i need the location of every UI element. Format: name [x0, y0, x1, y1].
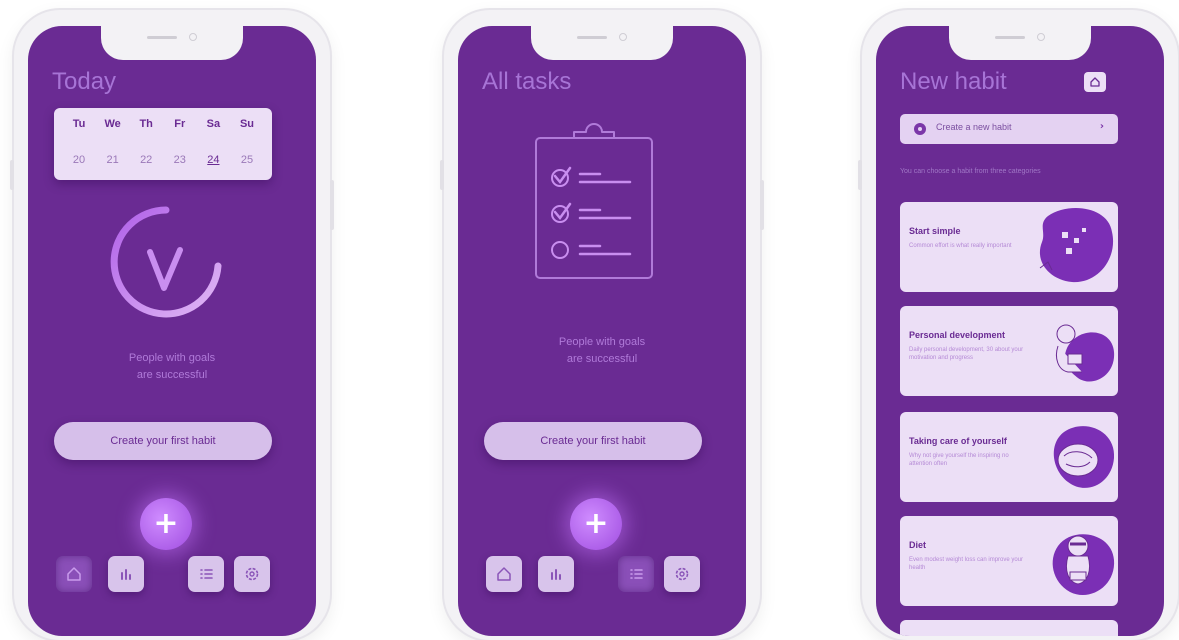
weekday-label: Tu: [72, 118, 86, 130]
page-title: All tasks: [482, 68, 572, 95]
side-button: [858, 160, 862, 190]
tagline-line: are successful: [136, 369, 208, 381]
habit-card-diet[interactable]: Diet Even modest weight loss can improve…: [900, 516, 1118, 606]
side-button: [10, 160, 14, 190]
add-button[interactable]: +: [140, 498, 192, 550]
date-cell[interactable]: 20: [66, 154, 92, 166]
paper-blob-illustration: [1039, 208, 1114, 283]
motivation-text: People with goals are successful: [28, 350, 316, 384]
raccoon-eating-illustration: [1052, 534, 1115, 596]
chevron-right-icon: ›: [1099, 121, 1104, 132]
habit-card-taking-care[interactable]: Taking care of yourself Why not give you…: [900, 412, 1118, 502]
home-icon: [67, 567, 81, 581]
bottom-nav: [458, 556, 746, 596]
card-title: Diet: [909, 540, 927, 550]
habit-card-personal-development[interactable]: Personal development Daily personal deve…: [900, 306, 1118, 396]
notch: [949, 26, 1091, 60]
woman-reading-illustration: [1055, 324, 1115, 382]
motivation-text: People with goals are successful: [458, 334, 746, 368]
bowl-food-illustration: [1053, 426, 1115, 488]
card-description: Daily personal development, 30 about you…: [909, 347, 1024, 361]
nav-stats-button[interactable]: [108, 556, 144, 592]
nav-stats-button[interactable]: [538, 556, 574, 592]
date-cell[interactable]: 23: [167, 154, 193, 166]
nav-list-button[interactable]: [618, 556, 654, 592]
habit-card-partial[interactable]: [900, 620, 1118, 636]
weekday-label: Fr: [174, 118, 186, 130]
page-title: New habit: [900, 68, 1007, 95]
mockup-stage: Today Tu We Th Fr Sa Su 20 21 22 23 24 2…: [0, 0, 1179, 640]
stats-icon: [551, 569, 561, 580]
screen-today: Today Tu We Th Fr Sa Su 20 21 22 23 24 2…: [28, 26, 316, 636]
stats-icon: [121, 569, 131, 580]
tagline-line: are successful: [566, 353, 638, 365]
home-icon: [497, 567, 511, 581]
home-icon: [1090, 77, 1100, 87]
home-shortcut-button[interactable]: [1084, 72, 1106, 92]
create-first-habit-button[interactable]: Create your first habit: [54, 422, 272, 460]
side-button: [440, 160, 444, 190]
card-title: Start simple: [909, 226, 961, 236]
date-cell[interactable]: 21: [100, 154, 126, 166]
side-button: [330, 180, 334, 230]
screen-new-habit: New habit Create a new habit › You can c…: [876, 26, 1164, 636]
nav-list-button[interactable]: [188, 556, 224, 592]
create-new-habit-row[interactable]: Create a new habit ›: [900, 114, 1118, 144]
weekday-row: Tu We Th Fr Sa Su: [66, 118, 260, 130]
nav-settings-button[interactable]: [664, 556, 700, 592]
clipboard-checklist-icon: [535, 123, 653, 279]
phone-all-tasks: All tasks People with goals are successf…: [440, 10, 764, 640]
nav-settings-button[interactable]: [234, 556, 270, 592]
category-intro-text: You can choose a habit from three catego…: [900, 168, 1041, 175]
nav-home-button[interactable]: [486, 556, 522, 592]
card-title: Taking care of yourself: [909, 436, 1007, 446]
nav-home-button[interactable]: [56, 556, 92, 592]
weekday-label: We: [104, 118, 121, 130]
date-cell[interactable]: 22: [133, 154, 159, 166]
weekday-label: Sa: [206, 118, 221, 130]
week-calendar: Tu We Th Fr Sa Su 20 21 22 23 24 25: [54, 108, 272, 180]
side-button: [760, 180, 764, 230]
date-row: 20 21 22 23 24 25: [66, 154, 260, 166]
notch: [531, 26, 673, 60]
settings-icon: [245, 567, 259, 581]
phone-today: Today Tu We Th Fr Sa Su 20 21 22 23 24 2…: [10, 10, 334, 640]
weekday-label: Th: [139, 118, 153, 130]
create-first-habit-button[interactable]: Create your first habit: [484, 422, 702, 460]
create-new-habit-label: Create a new habit: [936, 122, 1012, 132]
list-icon: [200, 569, 213, 579]
phone-new-habit: New habit Create a new habit › You can c…: [858, 10, 1179, 640]
weekday-label: Su: [239, 118, 254, 130]
card-title: Personal development: [909, 330, 1006, 340]
tagline-line: People with goals: [128, 352, 216, 364]
date-cell[interactable]: 25: [234, 154, 260, 166]
screen-all-tasks: All tasks People with goals are successf…: [458, 26, 746, 636]
add-button[interactable]: +: [570, 498, 622, 550]
notch: [101, 26, 243, 60]
settings-icon: [675, 567, 689, 581]
card-description: Even modest weight loss can improve your…: [909, 557, 1024, 571]
tagline-line: People with goals: [558, 336, 646, 348]
radio-icon: [914, 123, 926, 135]
habit-card-start-simple[interactable]: Start simple Common effort is what reall…: [900, 202, 1118, 292]
bottom-nav: [28, 556, 316, 596]
card-description: Why not give yourself the inspiring no a…: [909, 453, 1009, 467]
check-progress-icon: [110, 206, 222, 318]
card-description: Common effort is what really important: [909, 243, 1012, 249]
page-title: Today: [52, 68, 117, 95]
date-cell-selected[interactable]: 24: [200, 154, 226, 166]
list-icon: [630, 569, 643, 579]
